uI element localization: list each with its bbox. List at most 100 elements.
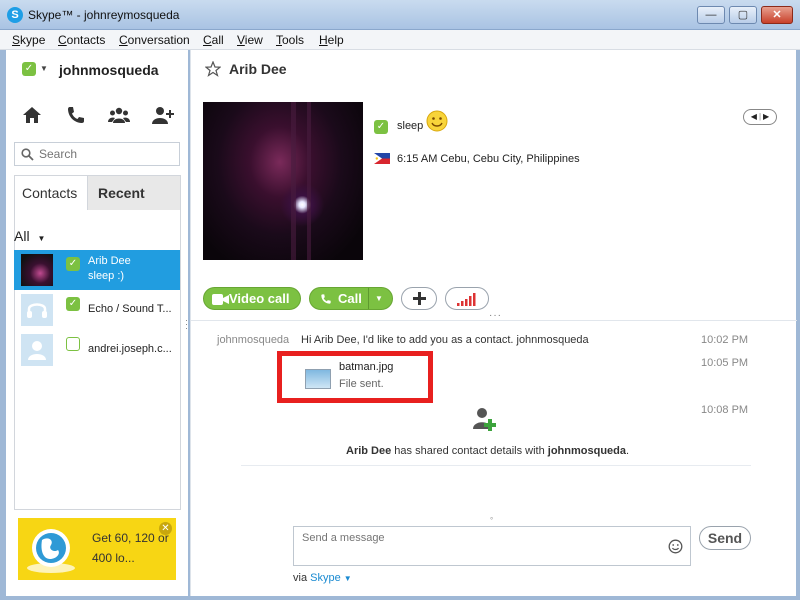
promo-text: Get 60, 120 or 400 lo... [92, 531, 169, 565]
message-time: 10:08 PM [701, 404, 749, 416]
message-input[interactable] [302, 532, 662, 560]
philippines-flag-icon [374, 153, 390, 164]
contact-name: Arib Dee [88, 255, 131, 267]
tab-recent[interactable]: Recent [91, 176, 171, 212]
message-time: 10:05 PM [701, 357, 749, 369]
file-transfer-highlight[interactable]: batman.jpg File sent. [277, 351, 433, 403]
menu-contacts[interactable]: Contacts [58, 33, 105, 47]
plus-icon [413, 292, 426, 305]
shared-target: johnmosqueda [547, 445, 627, 457]
message-sender: johnmosqueda [217, 334, 290, 346]
file-name[interactable]: batman.jpg [339, 361, 393, 373]
add-people-button[interactable] [401, 287, 437, 310]
globe-icon [27, 529, 75, 573]
headset-icon [27, 303, 47, 318]
video-call-label: Video call [229, 291, 290, 306]
online-status-icon: ✓ [374, 120, 388, 134]
star-icon[interactable] [205, 61, 221, 77]
mood-message: sleep [397, 120, 424, 132]
contact-item[interactable]: andrei.joseph.c... [14, 330, 180, 370]
search-field[interactable] [14, 142, 180, 166]
close-icon[interactable]: ✕ [159, 522, 172, 535]
online-status-icon: ✓ [22, 62, 36, 76]
shared-contact-icon [473, 408, 496, 431]
call-button[interactable]: Call ▼ [309, 287, 393, 310]
photo-stripe [307, 102, 311, 260]
menu-call[interactable]: Call [203, 33, 224, 47]
shared-contact-message: Arib Dee has shared contact details with… [346, 445, 629, 457]
call-label: Call [338, 291, 362, 306]
menu-skype[interactable]: Skype [12, 33, 45, 47]
chevron-down-icon[interactable]: ▼ [375, 288, 383, 309]
close-button[interactable]: ✕ [761, 6, 793, 24]
menu-bar: Skype Contacts Conversation Call View To… [0, 30, 800, 50]
pending-status-icon [66, 337, 80, 351]
window-title: Skype™ - johnreymosqueda [28, 8, 180, 22]
chevron-down-icon: ▼ [40, 64, 48, 73]
menu-conversation[interactable]: Conversation [119, 33, 190, 47]
home-icon[interactable] [20, 104, 44, 126]
window-frame-bottom [0, 596, 800, 600]
header-divider [191, 320, 797, 321]
video-call-button[interactable]: Video call [203, 287, 301, 310]
photo-stripe [291, 102, 296, 260]
via-service-name: Skype [310, 572, 341, 584]
message-compose-box[interactable] [293, 526, 691, 566]
chevron-right-icon[interactable]: ▶ [763, 112, 769, 121]
chevron-down-icon: ▼ [343, 574, 352, 583]
phone-icon[interactable] [64, 104, 88, 126]
contact-item[interactable]: ✓ Arib Dee sleep :) [14, 250, 180, 290]
person-icon [28, 341, 46, 360]
video-camera-icon [212, 294, 229, 305]
sidebar: ✓ ▼ johnmosqueda Contacts Recent All ▼ ✓… [6, 50, 188, 596]
call-quality-button[interactable] [445, 287, 489, 310]
online-status-icon: ✓ [66, 257, 80, 271]
contact-name: Echo / Sound T... [88, 303, 172, 315]
filter-label: All [14, 228, 30, 244]
promo-banner[interactable]: Get 60, 120 or 400 lo... ✕ [18, 518, 176, 580]
group-icon[interactable] [107, 104, 131, 126]
shared-end: . [626, 445, 630, 457]
compose-grip[interactable]: ° [490, 516, 493, 525]
message-divider [241, 465, 751, 466]
profile-pager[interactable]: ◀ | ▶ [743, 109, 777, 125]
minimize-button[interactable]: — [697, 6, 725, 24]
message-time: 10:02 PM [701, 334, 749, 346]
splitter-grip[interactable]: · · · [185, 316, 188, 333]
menu-tools[interactable]: Tools [276, 33, 304, 47]
online-status-icon: ✓ [66, 297, 80, 311]
status-selector[interactable]: ✓ ▼ [22, 62, 48, 76]
contact-local-time: 6:15 AM Cebu, Cebu City, Philippines [397, 153, 580, 165]
avatar [21, 254, 53, 286]
shared-name: Arib Dee [346, 445, 392, 457]
avatar [21, 294, 53, 326]
smiley-icon [426, 110, 448, 132]
emoticon-icon[interactable] [668, 539, 683, 554]
contact-item[interactable]: ✓ Echo / Sound T... [14, 290, 180, 330]
message-text: Hi Arib Dee, I'd like to add you as a co… [301, 334, 589, 346]
menu-view[interactable]: View [237, 33, 263, 47]
signal-bars-icon [457, 293, 476, 306]
tab-contacts[interactable]: Contacts [15, 176, 88, 212]
contact-name: andrei.joseph.c... [88, 343, 172, 355]
skype-logo-icon: S [7, 7, 23, 23]
contact-filter[interactable]: All ▼ [14, 228, 45, 244]
via-prefix: via [293, 572, 311, 584]
menu-help[interactable]: Help [319, 33, 344, 47]
split-divider [368, 288, 369, 309]
conversation-title: Arib Dee [229, 61, 287, 77]
title-bar: S Skype™ - johnreymosqueda — ▢ ✕ [0, 0, 800, 30]
add-contact-icon[interactable] [151, 104, 175, 126]
chevron-left-icon[interactable]: ◀ [751, 112, 757, 121]
send-button[interactable]: Send [699, 526, 751, 550]
profile-username[interactable]: johnmosqueda [59, 62, 159, 78]
via-service[interactable]: via Skype ▼ [293, 572, 352, 584]
contact-tabs: Contacts Recent [14, 175, 181, 212]
file-status: File sent. [339, 378, 384, 390]
chevron-down-icon: ▼ [37, 234, 46, 243]
search-input[interactable] [39, 146, 175, 162]
shared-text: has shared contact details with [391, 445, 548, 457]
contact-mood: sleep :) [88, 270, 125, 282]
maximize-button[interactable]: ▢ [729, 6, 757, 24]
avatar [21, 334, 53, 366]
